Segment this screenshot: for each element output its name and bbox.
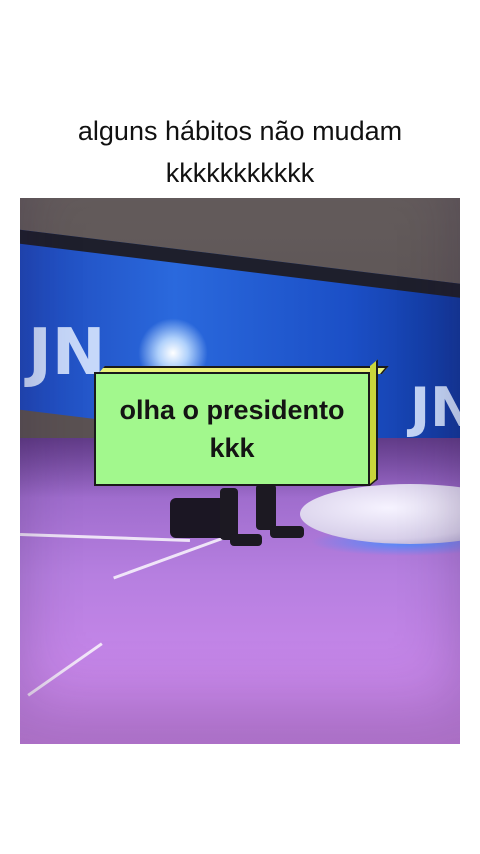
sticker-line-2: kkk	[209, 433, 255, 463]
sticker-side-edge	[370, 359, 378, 486]
caption-line-2: kkkkkkkkkkk	[165, 158, 315, 188]
post-caption: alguns hábitos não mudam kkkkkkkkkkk	[0, 110, 480, 194]
sticker-line-1: olha o presidento	[119, 395, 345, 425]
text-sticker: olha o presidento kkk	[94, 359, 389, 486]
sticker-face: olha o presidento kkk	[94, 372, 370, 486]
caption-line-1: alguns hábitos não mudam	[77, 116, 403, 146]
